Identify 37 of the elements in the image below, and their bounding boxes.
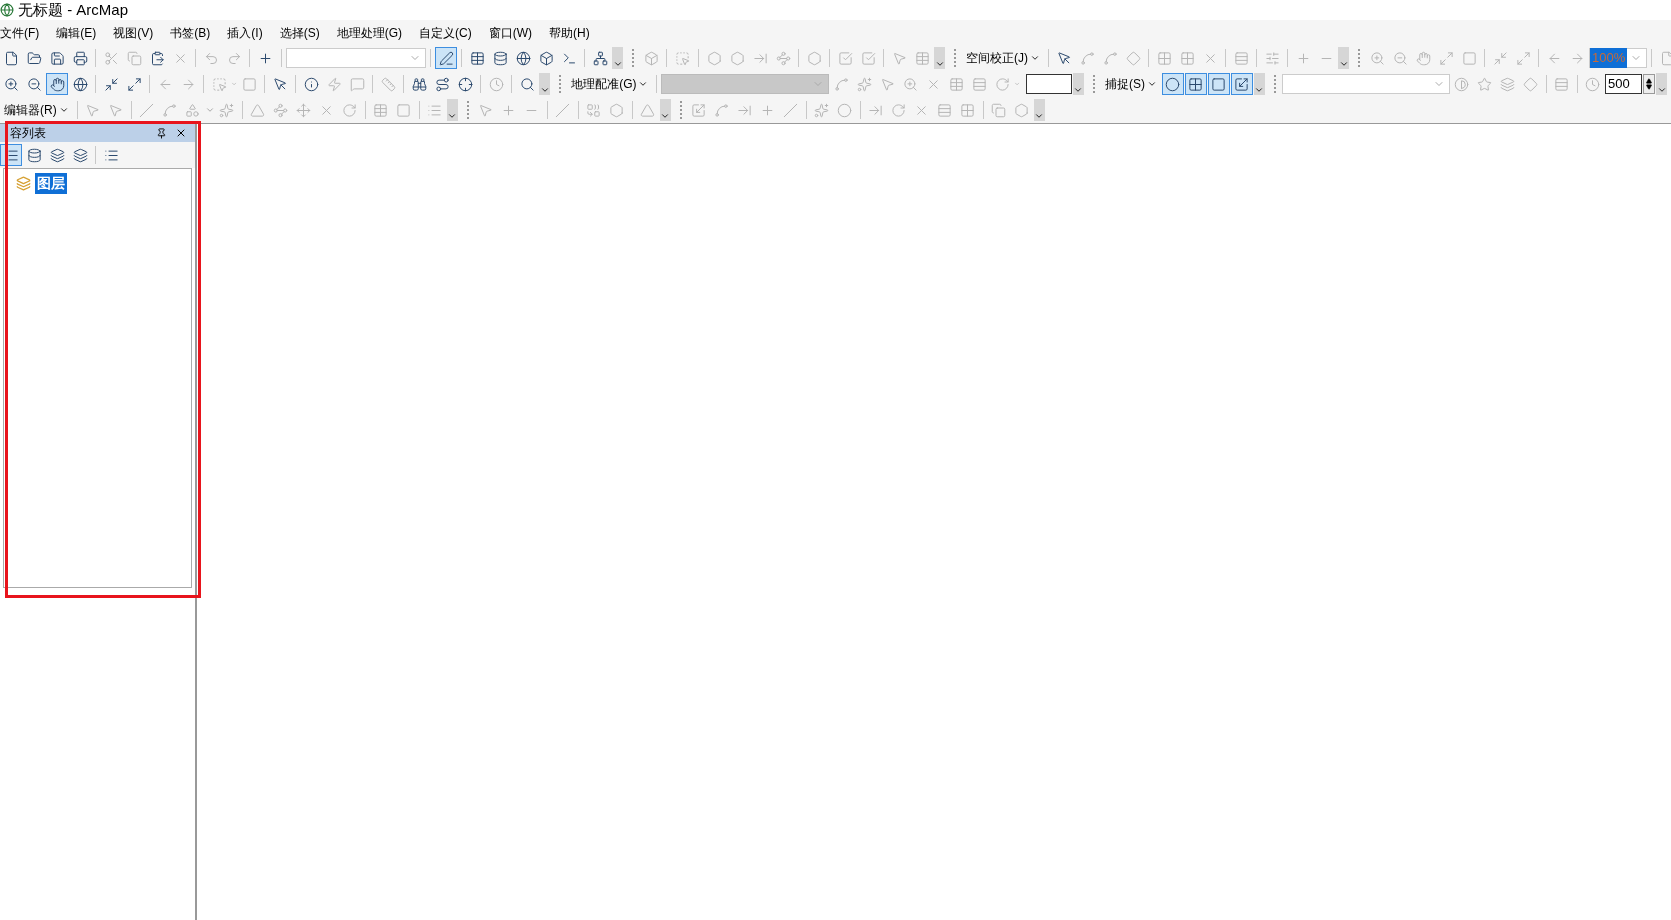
down-arrow-icon (1646, 84, 1653, 90)
close-icon (175, 127, 187, 139)
combo-box[interactable] (661, 74, 830, 94)
toolbar-menu-button[interactable]: 编辑器(R) (0, 99, 73, 121)
panel-title: 容列表 (10, 125, 46, 142)
layer-name[interactable]: 图层 (35, 173, 67, 194)
menu-item[interactable]: 视图(V) (113, 23, 171, 42)
combo-box[interactable] (1281, 74, 1450, 94)
toolbar-menu-button[interactable]: 捕捉(S) (1100, 73, 1161, 95)
toolbar-options-button[interactable] (1253, 73, 1265, 95)
toolbar-options-button[interactable] (659, 99, 671, 121)
layers-icon (16, 176, 31, 191)
menu-item[interactable]: 文件(F) (0, 23, 57, 42)
menu-item[interactable]: 地理处理(G) (336, 23, 419, 42)
toolbar-options-button[interactable] (1072, 73, 1084, 95)
menu-item[interactable]: 选择(S) (279, 23, 337, 42)
up-arrow-icon (1646, 78, 1653, 84)
pin-icon (156, 127, 167, 139)
window-title: 无标题 - ArcMap (18, 0, 128, 20)
toolbar-options-button[interactable] (539, 73, 551, 95)
combo-box[interactable] (286, 48, 426, 68)
number-field[interactable]: 500 (1604, 74, 1643, 94)
text-field[interactable] (1025, 74, 1072, 94)
toolbar-menu-button[interactable]: 地理配准(G) (567, 73, 653, 95)
menu-item[interactable]: 插入(I) (227, 23, 280, 42)
app-globe-icon (0, 3, 14, 17)
toolbar-menu-button[interactable]: 空间校正(J) (962, 47, 1044, 69)
spinner-button[interactable] (1643, 74, 1655, 94)
toolbar-options-button[interactable] (1338, 47, 1349, 69)
menu-item[interactable]: 帮助(H) (549, 23, 607, 42)
pan-icon[interactable] (46, 73, 68, 95)
menu-item[interactable]: 自定义(C) (419, 23, 489, 42)
toolbar-options-button[interactable] (934, 47, 945, 69)
menu-item[interactable]: 编辑(E) (56, 23, 114, 42)
menu-item[interactable]: 窗口(W) (488, 23, 549, 42)
menu-item[interactable]: 书签(B) (170, 23, 228, 42)
toolbar-options-button[interactable] (1033, 99, 1045, 121)
